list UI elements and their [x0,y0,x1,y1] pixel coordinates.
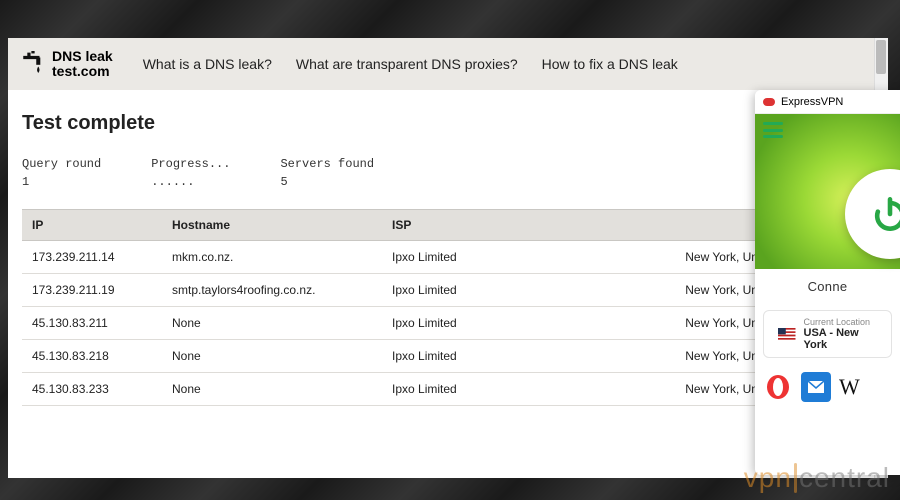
vpn-status-text: Conne [755,269,900,306]
table-row: 45.130.83.211NoneIpxo LimitedNew York, U… [22,307,874,340]
vpn-location-label: Current Location [804,317,883,327]
vpn-main-area [755,114,900,269]
cell-ip: 173.239.211.14 [22,241,162,274]
site-logo[interactable]: DNS leak test.com [20,49,113,78]
nav-what-is-dns-leak[interactable]: What is a DNS leak? [143,56,272,72]
col-ip: IP [22,210,162,241]
vpn-titlebar[interactable]: ExpressVPN [755,90,900,114]
logo-text-line2: test.com [52,64,113,79]
faucet-icon [20,51,46,77]
vpn-connect-button[interactable] [845,169,900,259]
hamburger-icon[interactable] [763,122,783,138]
vpn-app-window: ExpressVPN Conne Current Location USA - … [755,90,900,475]
vpn-location-card[interactable]: Current Location USA - New York [763,310,892,358]
table-row: 45.130.83.233NoneIpxo LimitedNew York, U… [22,373,874,406]
us-flag-icon [778,328,796,340]
servers-found-label: Servers found [280,155,374,173]
cell-ip: 173.239.211.19 [22,274,162,307]
servers-found-value: 5 [280,173,374,191]
taskbar-icons: W [755,362,900,412]
cell-isp: Ipxo Limited [382,241,612,274]
cell-isp: Ipxo Limited [382,274,612,307]
query-round-value: 1 [22,173,101,191]
query-round-label: Query round [22,155,101,173]
status-row: Query round 1 Progress... ...... Servers… [22,155,874,191]
site-header: DNS leak test.com What is a DNS leak? Wh… [8,38,888,90]
cell-ip: 45.130.83.211 [22,307,162,340]
mail-icon[interactable] [801,372,831,402]
table-row: 173.239.211.19smtp.taylors4roofing.co.nz… [22,274,874,307]
col-isp: ISP [382,210,612,241]
expressvpn-logo-icon [763,98,775,106]
cell-isp: Ipxo Limited [382,373,612,406]
cell-isp: Ipxo Limited [382,307,612,340]
page-title: Test complete [22,112,874,135]
wikipedia-icon[interactable]: W [839,374,860,400]
vpn-location-value: USA - New York [804,327,883,351]
cell-hostname: smtp.taylors4roofing.co.nz. [162,274,382,307]
cell-ip: 45.130.83.233 [22,373,162,406]
progress-value: ...... [151,173,230,191]
table-row: 173.239.211.14mkm.co.nz.Ipxo LimitedNew … [22,241,874,274]
logo-text-line1: DNS leak [52,48,113,64]
nav-how-to-fix[interactable]: How to fix a DNS leak [542,56,678,72]
scrollbar-thumb[interactable] [876,40,886,74]
progress-label: Progress... [151,155,230,173]
cell-ip: 45.130.83.218 [22,340,162,373]
nav-transparent-proxies[interactable]: What are transparent DNS proxies? [296,56,518,72]
cell-hostname: None [162,373,382,406]
opera-icon[interactable] [763,372,793,402]
table-row: 45.130.83.218NoneIpxo LimitedNew York, U… [22,340,874,373]
cell-isp: Ipxo Limited [382,340,612,373]
power-icon [868,192,900,236]
cell-hostname: None [162,340,382,373]
vpn-title-text: ExpressVPN [781,96,843,108]
col-hostname: Hostname [162,210,382,241]
cell-hostname: None [162,307,382,340]
results-table: IP Hostname ISP Country 173.239.211.14mk… [22,209,874,406]
cell-hostname: mkm.co.nz. [162,241,382,274]
